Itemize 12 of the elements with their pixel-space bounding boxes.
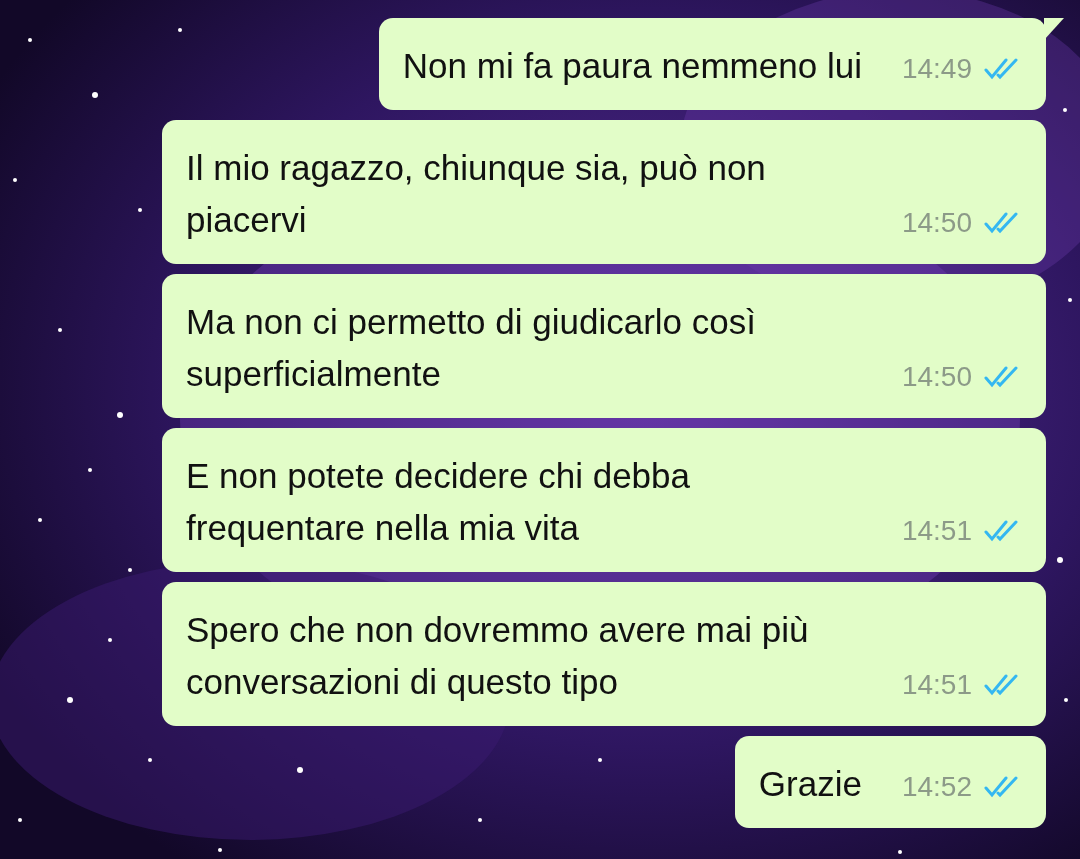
- message-text: Non mi fa paura nemmeno lui: [402, 45, 862, 87]
- message-time: 14:52: [901, 770, 972, 804]
- message-time: 14:50: [901, 360, 972, 394]
- message-text: Grazie: [758, 763, 862, 805]
- message-time: 14:51: [901, 514, 972, 548]
- message-time: 14:51: [901, 668, 972, 702]
- message-text: Il mio ragazzo, chiunque sia, può non piacervi: [186, 147, 767, 241]
- message-text: Spero che non dovremmo avere mai più conversazioni di questo tipo: [186, 609, 810, 703]
- message-text: E non potete decidere chi debba frequentare nella mia vita: [186, 455, 691, 549]
- message-time: 14:50: [901, 206, 972, 240]
- message-time: 14:49: [901, 52, 972, 86]
- message-text: Ma non ci permetto di giudicarlo così superficialmente: [186, 301, 757, 395]
